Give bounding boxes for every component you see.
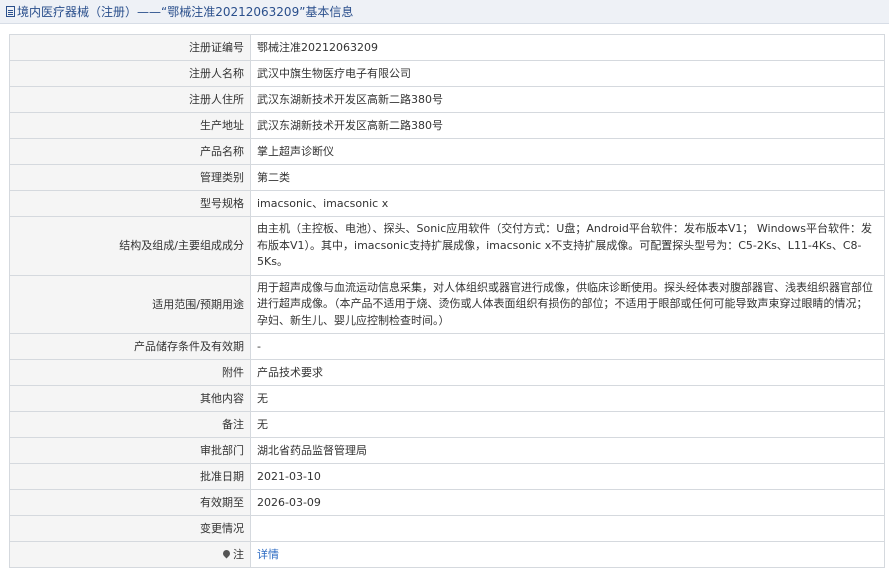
- row-value-registrant-name: 武汉中旗生物医疗电子有限公司: [250, 60, 885, 87]
- row-label-structure: 结构及组成/主要组成成分: [9, 216, 251, 276]
- table-row: 产品名称 掌上超声诊断仪: [9, 138, 885, 165]
- row-label-note: 注: [9, 541, 251, 568]
- table-row: 注册人住所 武汉东湖新技术开发区高新二路380号: [9, 86, 885, 113]
- row-value-management-class: 第二类: [250, 164, 885, 191]
- info-table-container: 注册证编号 鄂械注准20212063209 注册人名称 武汉中旗生物医疗电子有限…: [9, 34, 885, 568]
- table-row: 审批部门 湖北省药品监督管理局: [9, 437, 885, 464]
- row-value-registration-no: 鄂械注准20212063209: [250, 34, 885, 61]
- row-label-valid-until: 有效期至: [9, 489, 251, 516]
- row-label-registrant-name: 注册人名称: [9, 60, 251, 87]
- row-label-production-address: 生产地址: [9, 112, 251, 139]
- row-value-remarks: 无: [250, 411, 885, 438]
- row-value-other: 无: [250, 385, 885, 412]
- table-row: 适用范围/预期用途 用于超声成像与血流运动信息采集，对人体组织或器官进行成像，供…: [9, 274, 885, 334]
- table-row: 生产地址 武汉东湖新技术开发区高新二路380号: [9, 112, 885, 139]
- row-label-model-spec: 型号规格: [9, 190, 251, 217]
- row-value-changes: [250, 515, 885, 542]
- row-value-intended-use: 用于超声成像与血流运动信息采集，对人体组织或器官进行成像，供临床诊断使用。探头经…: [250, 274, 885, 334]
- row-label-storage: 产品储存条件及有效期: [9, 333, 251, 360]
- pin-icon: [221, 548, 232, 559]
- table-row: 有效期至 2026-03-09: [9, 489, 885, 516]
- row-value-model-spec: imacsonic、imacsonic x: [250, 190, 885, 217]
- row-value-registrant-address: 武汉东湖新技术开发区高新二路380号: [250, 86, 885, 113]
- row-value-production-address: 武汉东湖新技术开发区高新二路380号: [250, 112, 885, 139]
- info-table: 注册证编号 鄂械注准20212063209 注册人名称 武汉中旗生物医疗电子有限…: [9, 34, 885, 568]
- row-label-intended-use: 适用范围/预期用途: [9, 274, 251, 334]
- table-row: 管理类别 第二类: [9, 164, 885, 191]
- table-row: 附件 产品技术要求: [9, 359, 885, 386]
- row-value-structure: 由主机（主控板、电池）、探头、Sonic应用软件（交付方式：U盘；Android…: [250, 216, 885, 276]
- row-value-valid-until: 2026-03-09: [250, 489, 885, 516]
- row-label-approval-dept: 审批部门: [9, 437, 251, 464]
- page-title: 境内医疗器械（注册）——“鄂械注准20212063209”基本信息: [17, 5, 354, 19]
- table-row: 型号规格 imacsonic、imacsonic x: [9, 190, 885, 217]
- table-row: 批准日期 2021-03-10: [9, 463, 885, 490]
- row-value-approval-dept: 湖北省药品监督管理局: [250, 437, 885, 464]
- details-link[interactable]: 详情: [257, 548, 279, 561]
- table-row: 备注 无: [9, 411, 885, 438]
- row-label-registration-no: 注册证编号: [9, 34, 251, 61]
- table-row: 结构及组成/主要组成成分 由主机（主控板、电池）、探头、Sonic应用软件（交付…: [9, 216, 885, 276]
- table-row: 注册人名称 武汉中旗生物医疗电子有限公司: [9, 60, 885, 87]
- row-value-product-name: 掌上超声诊断仪: [250, 138, 885, 165]
- row-label-product-name: 产品名称: [9, 138, 251, 165]
- row-label-remarks: 备注: [9, 411, 251, 438]
- row-label-approval-date: 批准日期: [9, 463, 251, 490]
- row-value-note: 详情: [250, 541, 885, 568]
- table-row: 注册证编号 鄂械注准20212063209: [9, 34, 885, 61]
- note-label: 注: [233, 548, 244, 561]
- table-row: 变更情况: [9, 515, 885, 542]
- page-header: 境内医疗器械（注册）——“鄂械注准20212063209”基本信息: [0, 0, 889, 24]
- table-row: 其他内容 无: [9, 385, 885, 412]
- row-value-approval-date: 2021-03-10: [250, 463, 885, 490]
- row-value-attachment: 产品技术要求: [250, 359, 885, 386]
- row-label-changes: 变更情况: [9, 515, 251, 542]
- table-row: 产品储存条件及有效期 -: [9, 333, 885, 360]
- row-label-attachment: 附件: [9, 359, 251, 386]
- document-icon: [6, 6, 15, 17]
- table-row: 注 详情: [9, 541, 885, 568]
- row-label-registrant-address: 注册人住所: [9, 86, 251, 113]
- row-label-other: 其他内容: [9, 385, 251, 412]
- row-value-storage: -: [250, 333, 885, 360]
- row-label-management-class: 管理类别: [9, 164, 251, 191]
